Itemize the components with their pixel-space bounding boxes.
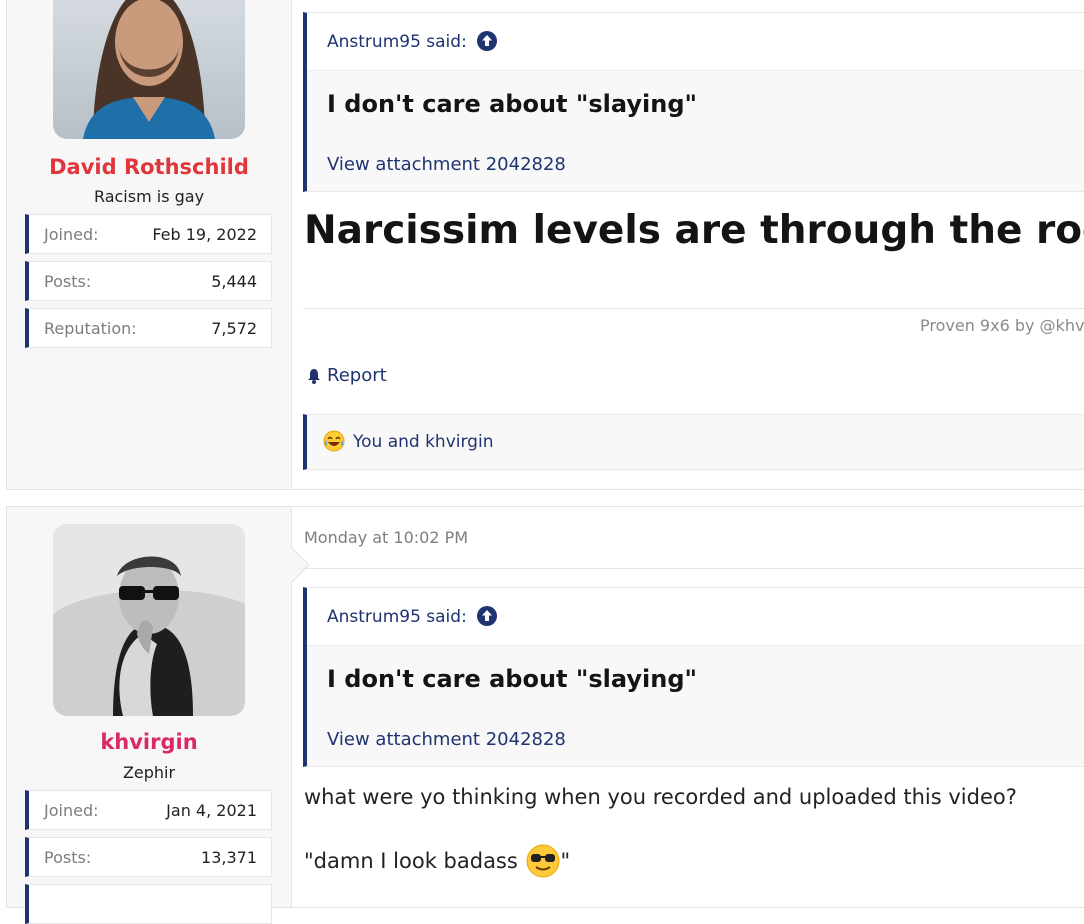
stat-posts: Posts: 5,444 (25, 261, 272, 301)
stat-joined: Joined: Feb 19, 2022 (25, 214, 272, 254)
stat-next (25, 884, 272, 924)
arrow-up-circle-icon[interactable] (477, 606, 497, 626)
stat-label: Joined: (44, 801, 99, 820)
post-body: Narcissim levels are through the roof (304, 208, 1084, 253)
quote-title: I don't care about "slaying" (327, 665, 697, 693)
post-1-user-column: David Rothschild Racism is gay Joined: F… (7, 0, 292, 489)
laughing-tears-icon (323, 430, 345, 452)
header-divider (303, 568, 1084, 569)
stat-label: Joined: (44, 225, 99, 244)
stat-label: Reputation: (44, 319, 137, 338)
avatar-image-david (53, 0, 245, 139)
post-2-user-column: khvirgin Zephir Joined: Jan 4, 2021 Post… (7, 507, 309, 924)
signature: Proven 9x6 by @khv (920, 316, 1084, 335)
username[interactable]: David Rothschild (7, 155, 291, 179)
arrow-up-circle-icon[interactable] (477, 31, 497, 51)
emoji-wrapper (525, 844, 561, 878)
user-title: Racism is gay (93, 187, 205, 206)
quote-header: Anstrum95 said: (307, 13, 1084, 71)
post-date[interactable]: Monday at 10:02 PM (304, 528, 468, 547)
avatar[interactable] (53, 524, 245, 716)
sunglasses-smiley-icon (526, 844, 560, 878)
stat-posts: Posts: 13,371 (25, 837, 272, 877)
quote-author[interactable]: Anstrum95 said: (327, 32, 467, 52)
bell-icon (306, 368, 322, 384)
stat-value: Jan 4, 2021 (166, 801, 257, 820)
quote-author[interactable]: Anstrum95 said: (327, 607, 467, 627)
stat-reputation: Reputation: 7,572 (25, 308, 272, 348)
reactions-bar[interactable]: You and khvirgin (303, 414, 1084, 470)
post-body-line-2: "damn I look badass " (304, 844, 571, 878)
post-body-text: "damn I look badass (304, 849, 518, 873)
avatar-image-khvirgin (53, 524, 245, 716)
stat-value: Feb 19, 2022 (152, 225, 257, 244)
stat-label: Posts: (44, 272, 92, 291)
stat-value: 13,371 (201, 848, 257, 867)
post-body-text-end: " (560, 849, 571, 873)
user-title: Zephir (122, 763, 176, 782)
attachment-link[interactable]: View attachment 2042828 (327, 729, 566, 750)
stat-label: Posts: (44, 848, 92, 867)
attachment-link[interactable]: View attachment 2042828 (327, 154, 566, 175)
stat-value: 7,572 (211, 319, 257, 338)
post-arrow (291, 547, 309, 583)
report-label: Report (327, 365, 387, 386)
quote-block: Anstrum95 said: I don't care about "slay… (303, 12, 1084, 192)
quote-header: Anstrum95 said: (307, 588, 1084, 646)
post-body-line-1: what were yo thinking when you recorded … (304, 785, 1017, 809)
quote-block: Anstrum95 said: I don't care about "slay… (303, 587, 1084, 767)
stat-joined: Joined: Jan 4, 2021 (25, 790, 272, 830)
reactions-text[interactable]: You and khvirgin (353, 432, 493, 452)
quote-title: I don't care about "slaying" (327, 90, 697, 118)
signature-divider (303, 308, 1084, 309)
avatar[interactable] (53, 0, 245, 139)
username[interactable]: khvirgin (7, 730, 291, 754)
stat-value: 5,444 (211, 272, 257, 291)
